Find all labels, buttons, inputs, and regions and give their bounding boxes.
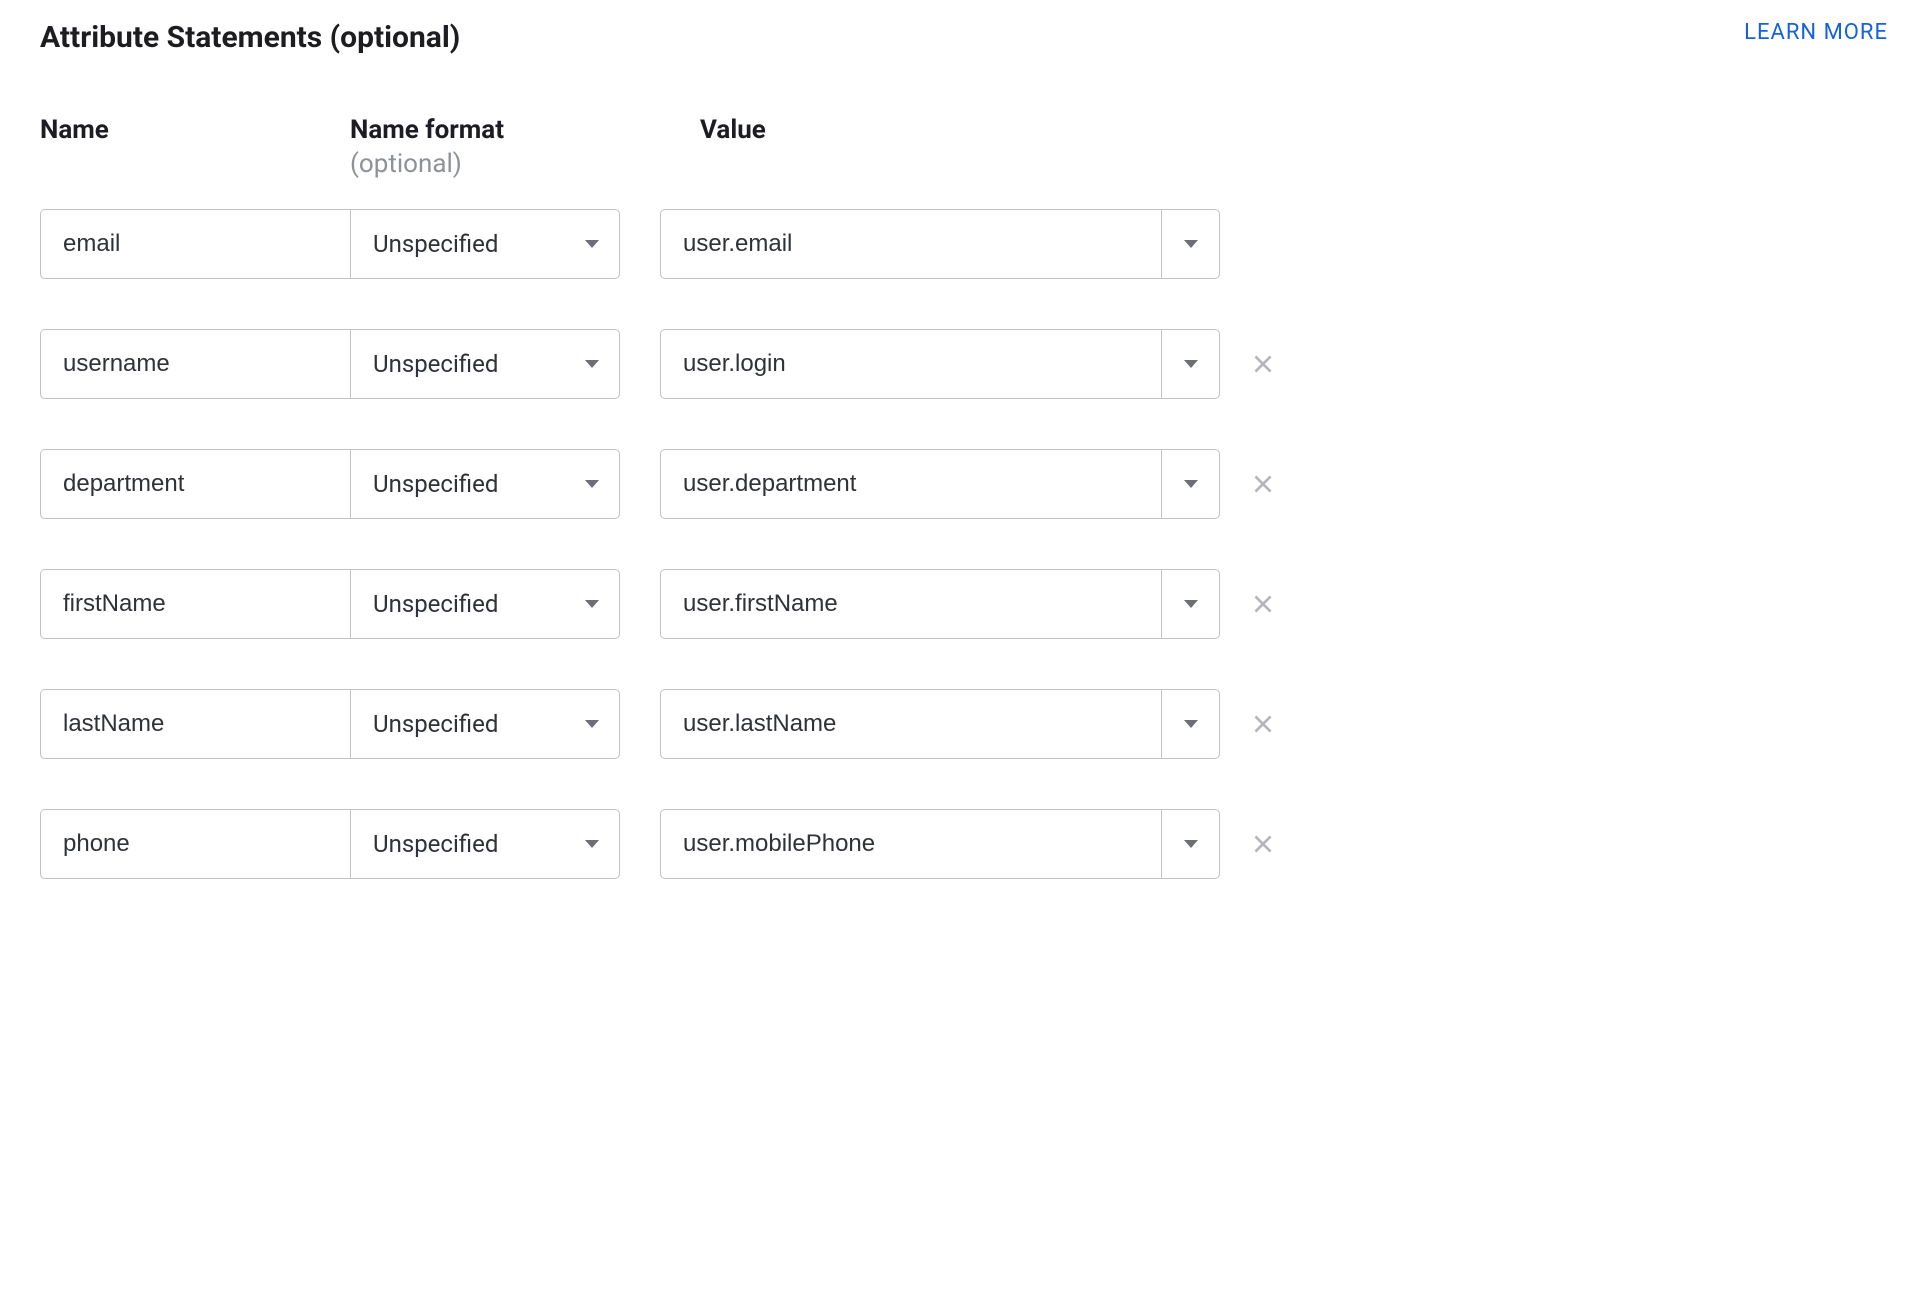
attribute-name-input[interactable] xyxy=(40,809,350,879)
column-header-format-sub: (optional) xyxy=(350,149,660,179)
chevron-down-icon xyxy=(1184,240,1198,248)
attribute-row: Unspecified xyxy=(40,329,1888,399)
attribute-value-combobox[interactable] xyxy=(660,689,1220,759)
attribute-value-dropdown-button[interactable] xyxy=(1161,570,1219,638)
attribute-format-label: Unspecified xyxy=(373,830,498,858)
remove-row-button[interactable] xyxy=(1238,579,1288,629)
remove-row-button[interactable] xyxy=(1238,699,1288,749)
columns-header: Name Name format (optional) Value xyxy=(40,115,1888,179)
attribute-value-input[interactable] xyxy=(661,330,1161,398)
attribute-format-label: Unspecified xyxy=(373,710,498,738)
attribute-row: Unspecified xyxy=(40,569,1888,639)
attribute-format-label: Unspecified xyxy=(373,470,498,498)
attribute-value-dropdown-button[interactable] xyxy=(1161,210,1219,278)
attribute-name-input[interactable] xyxy=(40,209,350,279)
attribute-value-input[interactable] xyxy=(661,450,1161,518)
chevron-down-icon xyxy=(1184,840,1198,848)
chevron-down-icon xyxy=(564,210,619,278)
column-header-format: Name format (optional) xyxy=(350,115,660,179)
column-header-name: Name xyxy=(40,115,350,179)
chevron-down-icon xyxy=(564,570,619,638)
chevron-down-icon xyxy=(564,810,619,878)
chevron-down-icon xyxy=(564,330,619,398)
attribute-value-input[interactable] xyxy=(661,810,1161,878)
chevron-down-icon xyxy=(1184,360,1198,368)
close-icon xyxy=(1250,351,1276,377)
attribute-value-input[interactable] xyxy=(661,570,1161,638)
attribute-value-input[interactable] xyxy=(661,210,1161,278)
chevron-down-icon xyxy=(1184,480,1198,488)
attribute-value-combobox[interactable] xyxy=(660,569,1220,639)
remove-row-button[interactable] xyxy=(1238,459,1288,509)
column-header-value: Value xyxy=(700,115,1260,179)
attribute-rows: Unspecified Unspecified Unspecified Unspeci… xyxy=(40,209,1888,879)
attribute-value-dropdown-button[interactable] xyxy=(1161,810,1219,878)
chevron-down-icon xyxy=(564,450,619,518)
attribute-format-select[interactable]: Unspecified xyxy=(350,809,620,879)
attribute-format-select[interactable]: Unspecified xyxy=(350,209,620,279)
remove-row-button[interactable] xyxy=(1238,819,1288,869)
remove-row-button[interactable] xyxy=(1238,339,1288,389)
attribute-value-combobox[interactable] xyxy=(660,209,1220,279)
attribute-format-label: Unspecified xyxy=(373,590,498,618)
attribute-value-combobox[interactable] xyxy=(660,449,1220,519)
section-title: Attribute Statements (optional) xyxy=(40,20,460,55)
attribute-format-label: Unspecified xyxy=(373,230,498,258)
learn-more-link[interactable]: LEARN MORE xyxy=(1744,20,1888,45)
attribute-value-input[interactable] xyxy=(661,690,1161,758)
chevron-down-icon xyxy=(564,690,619,758)
attribute-name-input[interactable] xyxy=(40,569,350,639)
attribute-value-dropdown-button[interactable] xyxy=(1161,330,1219,398)
attribute-row: Unspecified xyxy=(40,809,1888,879)
close-icon xyxy=(1250,471,1276,497)
attribute-format-label: Unspecified xyxy=(373,350,498,378)
attribute-format-select[interactable]: Unspecified xyxy=(350,569,620,639)
attribute-name-input[interactable] xyxy=(40,689,350,759)
attribute-value-combobox[interactable] xyxy=(660,809,1220,879)
attribute-name-input[interactable] xyxy=(40,449,350,519)
attribute-value-combobox[interactable] xyxy=(660,329,1220,399)
close-icon xyxy=(1250,831,1276,857)
attribute-format-select[interactable]: Unspecified xyxy=(350,329,620,399)
chevron-down-icon xyxy=(1184,720,1198,728)
attribute-value-dropdown-button[interactable] xyxy=(1161,450,1219,518)
attribute-value-dropdown-button[interactable] xyxy=(1161,690,1219,758)
attribute-format-select[interactable]: Unspecified xyxy=(350,689,620,759)
close-icon xyxy=(1250,711,1276,737)
chevron-down-icon xyxy=(1184,600,1198,608)
attribute-row: Unspecified xyxy=(40,209,1888,279)
attribute-name-input[interactable] xyxy=(40,329,350,399)
attribute-format-select[interactable]: Unspecified xyxy=(350,449,620,519)
column-header-format-label: Name format xyxy=(350,115,660,145)
attribute-row: Unspecified xyxy=(40,449,1888,519)
attribute-row: Unspecified xyxy=(40,689,1888,759)
close-icon xyxy=(1250,591,1276,617)
section-header: Attribute Statements (optional) LEARN MO… xyxy=(40,20,1888,55)
